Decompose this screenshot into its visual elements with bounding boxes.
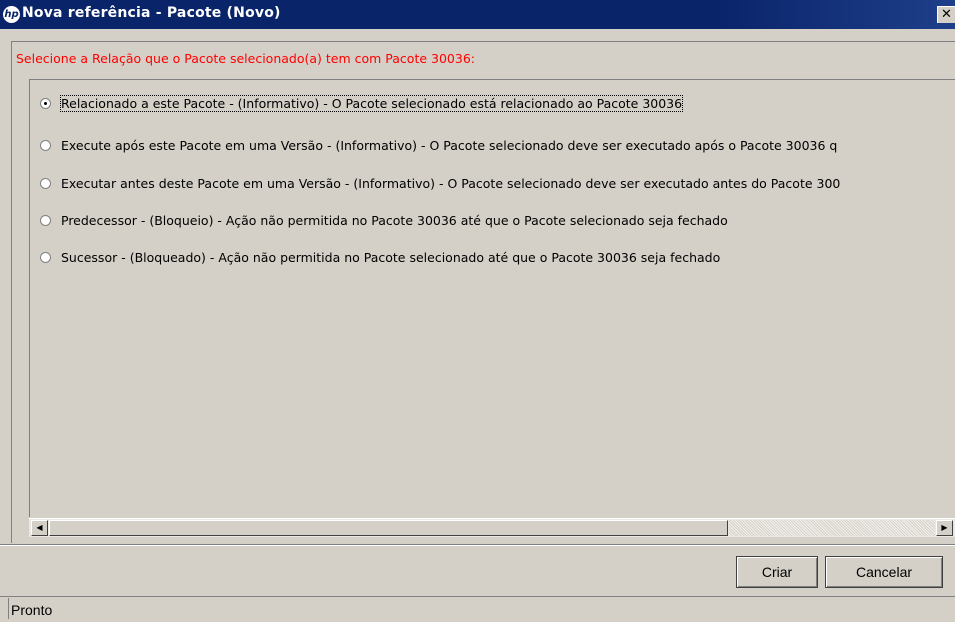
- radio-icon[interactable]: [40, 178, 51, 189]
- option-predecessor[interactable]: Predecessor - (Bloqueio) - Ação não perm…: [40, 213, 728, 231]
- option-execute-before[interactable]: Executar antes deste Pacote em uma Versã…: [40, 176, 840, 194]
- radio-icon[interactable]: [40, 252, 51, 263]
- scroll-track[interactable]: [729, 520, 935, 536]
- scroll-thumb[interactable]: [49, 520, 728, 536]
- scroll-left-icon[interactable]: ◀: [31, 520, 48, 536]
- radio-selected-icon[interactable]: [40, 98, 51, 109]
- relation-prompt: Selecione a Relação que o Pacote selecio…: [16, 51, 475, 66]
- create-button[interactable]: Criar: [736, 556, 818, 588]
- option-label: Executar antes deste Pacote em uma Versã…: [61, 176, 841, 191]
- option-execute-after[interactable]: Execute após este Pacote em uma Versão -…: [40, 138, 837, 156]
- status-divider: [0, 596, 955, 597]
- option-label: Relacionado a este Pacote - (Informativo…: [59, 95, 684, 112]
- horizontal-scrollbar[interactable]: ◀ ▶: [29, 518, 955, 537]
- hp-logo-icon: hp: [3, 6, 20, 23]
- window-title: Nova referência - Pacote (Novo): [22, 5, 281, 21]
- radio-icon[interactable]: [40, 215, 51, 226]
- option-successor[interactable]: Sucessor - (Bloqueado) - Ação não permit…: [40, 250, 720, 268]
- status-bar: Pronto: [8, 598, 955, 619]
- option-related[interactable]: Relacionado a este Pacote - (Informativo…: [40, 95, 684, 114]
- option-label: Execute após este Pacote em uma Versão -…: [61, 138, 838, 153]
- title-bar: hp Nova referência - Pacote (Novo) ✕: [0, 0, 955, 29]
- option-label: Predecessor - (Bloqueio) - Ação não perm…: [61, 213, 728, 228]
- close-icon[interactable]: ✕: [937, 6, 955, 23]
- cancel-button[interactable]: Cancelar: [825, 556, 943, 588]
- scroll-right-icon[interactable]: ▶: [936, 520, 953, 536]
- radio-icon[interactable]: [40, 140, 51, 151]
- option-label: Sucessor - (Bloqueado) - Ação não permit…: [61, 250, 721, 265]
- divider-highlight: [0, 545, 955, 546]
